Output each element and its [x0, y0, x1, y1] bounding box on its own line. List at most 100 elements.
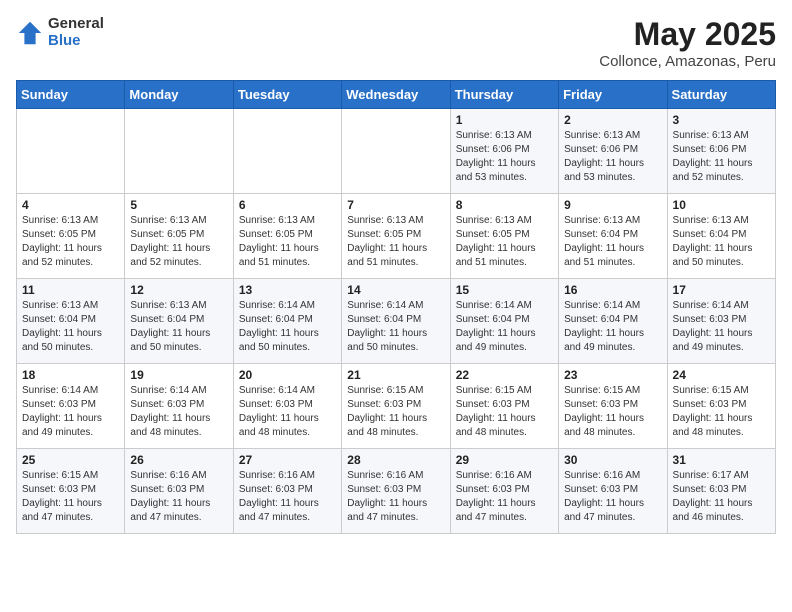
day-info: Sunrise: 6:14 AM Sunset: 6:04 PM Dayligh…: [564, 299, 661, 355]
weekday-header-saturday: Saturday: [667, 81, 775, 109]
calendar-cell: 16 Sunrise: 6:14 AM Sunset: 6:04 PM Dayli…: [559, 279, 667, 364]
day-number: 8: [456, 198, 553, 212]
day-number: 14: [347, 283, 444, 297]
calendar-week-row: 1 Sunrise: 6:13 AM Sunset: 6:06 PM Daylig…: [17, 109, 776, 194]
calendar-cell: 23 Sunrise: 6:15 AM Sunset: 6:03 PM Dayli…: [559, 364, 667, 449]
calendar-cell: 22Sunrise: 6:15 AM Sunset: 6:03 PM Dayli…: [450, 364, 558, 449]
day-number: 7: [347, 198, 444, 212]
day-number: 9: [564, 198, 661, 212]
calendar-cell: [342, 109, 450, 194]
day-number: 4: [22, 198, 119, 212]
day-info: Sunrise: 6:16 AM Sunset: 6:03 PM Dayligh…: [564, 469, 661, 525]
calendar-cell: 12 Sunrise: 6:13 AM Sunset: 6:04 PM Dayli…: [125, 279, 233, 364]
day-info: Sunrise: 6:16 AM Sunset: 6:03 PM Dayligh…: [347, 469, 444, 525]
day-info: Sunrise: 6:14 AM Sunset: 6:03 PM Dayligh…: [239, 384, 336, 440]
calendar-cell: 1 Sunrise: 6:13 AM Sunset: 6:06 PM Daylig…: [450, 109, 558, 194]
day-info: Sunrise: 6:13 AM Sunset: 6:05 PM Dayligh…: [239, 214, 336, 270]
day-info: Sunrise: 6:13 AM Sunset: 6:04 PM Dayligh…: [130, 299, 227, 355]
day-info: Sunrise: 6:14 AM Sunset: 6:04 PM Dayligh…: [239, 299, 336, 355]
day-number: 5: [130, 198, 227, 212]
day-number: 15: [456, 283, 553, 297]
day-number: 18: [22, 368, 119, 382]
day-info: Sunrise: 6:15 AM Sunset: 6:03 PM Dayligh…: [347, 384, 444, 440]
calendar-cell: 18Sunrise: 6:14 AM Sunset: 6:03 PM Dayli…: [17, 364, 125, 449]
calendar-cell: 7 Sunrise: 6:13 AM Sunset: 6:05 PM Daylig…: [342, 194, 450, 279]
calendar-cell: 28 Sunrise: 6:16 AM Sunset: 6:03 PM Dayli…: [342, 449, 450, 534]
day-info: Sunrise: 6:13 AM Sunset: 6:04 PM Dayligh…: [673, 214, 770, 270]
calendar-header: SundayMondayTuesdayWednesdayThursdayFrid…: [17, 81, 776, 109]
day-number: 30: [564, 453, 661, 467]
calendar-week-row: 25 Sunrise: 6:15 AM Sunset: 6:03 PM Dayli…: [17, 449, 776, 534]
day-number: 23: [564, 368, 661, 382]
calendar-cell: [17, 109, 125, 194]
day-number: 17: [673, 283, 770, 297]
day-number: 26: [130, 453, 227, 467]
logo-blue-text: Blue: [48, 33, 104, 50]
calendar-cell: 5 Sunrise: 6:13 AM Sunset: 6:05 PM Daylig…: [125, 194, 233, 279]
calendar-cell: 2 Sunrise: 6:13 AM Sunset: 6:06 PM Daylig…: [559, 109, 667, 194]
calendar-week-row: 4 Sunrise: 6:13 AM Sunset: 6:05 PM Daylig…: [17, 194, 776, 279]
day-info: Sunrise: 6:17 AM Sunset: 6:03 PM Dayligh…: [673, 469, 770, 525]
day-info: Sunrise: 6:15 AM Sunset: 6:03 PM Dayligh…: [22, 469, 119, 525]
day-number: 2: [564, 113, 661, 127]
title-area: May 2025 Collonce, Amazonas, Peru: [599, 16, 776, 70]
day-info: Sunrise: 6:13 AM Sunset: 6:05 PM Dayligh…: [22, 214, 119, 270]
calendar-cell: 21 Sunrise: 6:15 AM Sunset: 6:03 PM Dayli…: [342, 364, 450, 449]
calendar-cell: 14 Sunrise: 6:14 AM Sunset: 6:04 PM Dayli…: [342, 279, 450, 364]
weekday-header-monday: Monday: [125, 81, 233, 109]
logo-icon: [16, 19, 44, 47]
calendar-cell: 13 Sunrise: 6:14 AM Sunset: 6:04 PM Dayli…: [233, 279, 341, 364]
day-number: 20: [239, 368, 336, 382]
day-number: 3: [673, 113, 770, 127]
day-info: Sunrise: 6:13 AM Sunset: 6:04 PM Dayligh…: [22, 299, 119, 355]
calendar-cell: 19Sunrise: 6:14 AM Sunset: 6:03 PM Dayli…: [125, 364, 233, 449]
day-info: Sunrise: 6:15 AM Sunset: 6:03 PM Dayligh…: [673, 384, 770, 440]
weekday-header-friday: Friday: [559, 81, 667, 109]
day-number: 6: [239, 198, 336, 212]
weekday-header-thursday: Thursday: [450, 81, 558, 109]
day-info: Sunrise: 6:13 AM Sunset: 6:05 PM Dayligh…: [456, 214, 553, 270]
day-info: Sunrise: 6:14 AM Sunset: 6:04 PM Dayligh…: [347, 299, 444, 355]
day-number: 16: [564, 283, 661, 297]
calendar-cell: 6 Sunrise: 6:13 AM Sunset: 6:05 PM Daylig…: [233, 194, 341, 279]
calendar-cell: 20 Sunrise: 6:14 AM Sunset: 6:03 PM Dayli…: [233, 364, 341, 449]
calendar-cell: 9Sunrise: 6:13 AM Sunset: 6:04 PM Daylig…: [559, 194, 667, 279]
calendar-cell: 27Sunrise: 6:16 AM Sunset: 6:03 PM Dayli…: [233, 449, 341, 534]
day-info: Sunrise: 6:16 AM Sunset: 6:03 PM Dayligh…: [239, 469, 336, 525]
day-info: Sunrise: 6:14 AM Sunset: 6:04 PM Dayligh…: [456, 299, 553, 355]
day-info: Sunrise: 6:14 AM Sunset: 6:03 PM Dayligh…: [673, 299, 770, 355]
calendar-cell: 8 Sunrise: 6:13 AM Sunset: 6:05 PM Daylig…: [450, 194, 558, 279]
day-info: Sunrise: 6:13 AM Sunset: 6:06 PM Dayligh…: [456, 129, 553, 185]
day-info: Sunrise: 6:13 AM Sunset: 6:05 PM Dayligh…: [347, 214, 444, 270]
calendar-cell: 11 Sunrise: 6:13 AM Sunset: 6:04 PM Dayli…: [17, 279, 125, 364]
calendar-cell: 26 Sunrise: 6:16 AM Sunset: 6:03 PM Dayli…: [125, 449, 233, 534]
calendar-week-row: 11 Sunrise: 6:13 AM Sunset: 6:04 PM Dayli…: [17, 279, 776, 364]
day-info: Sunrise: 6:13 AM Sunset: 6:05 PM Dayligh…: [130, 214, 227, 270]
day-info: Sunrise: 6:13 AM Sunset: 6:06 PM Dayligh…: [564, 129, 661, 185]
page-header: General Blue May 2025 Collonce, Amazonas…: [16, 16, 776, 70]
day-number: 24: [673, 368, 770, 382]
day-info: Sunrise: 6:16 AM Sunset: 6:03 PM Dayligh…: [130, 469, 227, 525]
logo: General Blue: [16, 16, 104, 49]
day-number: 12: [130, 283, 227, 297]
day-number: 19: [130, 368, 227, 382]
day-number: 13: [239, 283, 336, 297]
day-number: 28: [347, 453, 444, 467]
calendar-cell: 17 Sunrise: 6:14 AM Sunset: 6:03 PM Dayli…: [667, 279, 775, 364]
day-number: 10: [673, 198, 770, 212]
day-info: Sunrise: 6:15 AM Sunset: 6:03 PM Dayligh…: [564, 384, 661, 440]
day-number: 21: [347, 368, 444, 382]
weekday-header-tuesday: Tuesday: [233, 81, 341, 109]
calendar-cell: [233, 109, 341, 194]
day-number: 25: [22, 453, 119, 467]
day-number: 31: [673, 453, 770, 467]
subtitle: Collonce, Amazonas, Peru: [599, 53, 776, 70]
day-number: 29: [456, 453, 553, 467]
calendar-cell: [125, 109, 233, 194]
day-info: Sunrise: 6:16 AM Sunset: 6:03 PM Dayligh…: [456, 469, 553, 525]
calendar-cell: 10 Sunrise: 6:13 AM Sunset: 6:04 PM Dayli…: [667, 194, 775, 279]
weekday-header-sunday: Sunday: [17, 81, 125, 109]
day-number: 1: [456, 113, 553, 127]
day-number: 11: [22, 283, 119, 297]
calendar-cell: 3Sunrise: 6:13 AM Sunset: 6:06 PM Daylig…: [667, 109, 775, 194]
